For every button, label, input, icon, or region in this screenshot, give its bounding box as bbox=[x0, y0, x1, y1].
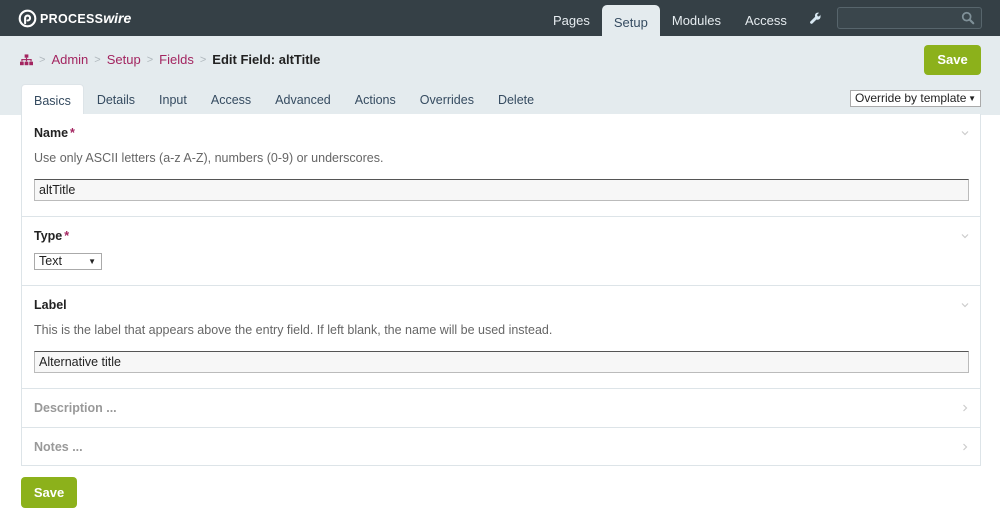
field-description-label[interactable]: Description ... bbox=[34, 401, 117, 415]
field-type-label-text: Type bbox=[34, 229, 63, 243]
breadcrumb-separator: > bbox=[199, 53, 207, 66]
field-notes[interactable]: Notes ... bbox=[22, 428, 980, 466]
save-button-bottom[interactable]: Save bbox=[21, 477, 77, 508]
breadcrumb-setup[interactable]: Setup bbox=[107, 52, 141, 67]
dropdown-arrow-icon: ▼ bbox=[88, 257, 96, 266]
tab-details[interactable]: Details bbox=[85, 84, 147, 115]
field-description[interactable]: Description ... bbox=[22, 389, 980, 428]
tab-delete[interactable]: Delete bbox=[486, 84, 546, 115]
tab-access[interactable]: Access bbox=[199, 84, 263, 115]
tab-advanced[interactable]: Advanced bbox=[263, 84, 343, 115]
field-name: Name * Use only ASCII letters (a-z A-Z), … bbox=[22, 114, 980, 217]
sitemap-icon[interactable] bbox=[20, 53, 33, 66]
required-mark: * bbox=[64, 229, 70, 243]
processwire-logo-icon bbox=[18, 9, 37, 27]
topnav-pages[interactable]: Pages bbox=[541, 0, 602, 36]
override-select-value: Override by template bbox=[855, 91, 967, 105]
breadcrumb: > Admin > Setup > Fields > Edit Field: a… bbox=[20, 52, 320, 67]
dropdown-arrow-icon: ▼ bbox=[968, 94, 976, 103]
required-mark: * bbox=[70, 126, 75, 140]
chevron-right-icon[interactable] bbox=[960, 403, 970, 413]
search-input[interactable] bbox=[837, 7, 982, 29]
type-select-value: Text bbox=[39, 254, 62, 268]
field-name-label-text: Name bbox=[34, 126, 69, 140]
chevron-down-icon[interactable] bbox=[960, 300, 970, 310]
brand-name: PROCESSwire bbox=[40, 10, 131, 26]
field-name-label: Name * bbox=[34, 126, 75, 140]
tab-overrides[interactable]: Overrides bbox=[408, 84, 486, 115]
override-select[interactable]: Override by template ▼ bbox=[850, 90, 981, 107]
type-select[interactable]: Text ▼ bbox=[34, 253, 102, 270]
name-input[interactable]: altTitle bbox=[34, 179, 969, 201]
save-button-top[interactable]: Save bbox=[924, 45, 981, 75]
field-panel: Name * Use only ASCII letters (a-z A-Z), … bbox=[21, 114, 981, 466]
tab-basics[interactable]: Basics bbox=[21, 84, 84, 115]
topnav-access[interactable]: Access bbox=[733, 0, 799, 36]
chevron-down-icon[interactable] bbox=[960, 128, 970, 138]
breadcrumb-separator: > bbox=[39, 53, 46, 66]
field-type-label: Type * bbox=[34, 229, 69, 243]
field-label-label: Label bbox=[34, 298, 67, 312]
tab-input[interactable]: Input bbox=[147, 84, 199, 115]
chevron-right-icon[interactable] bbox=[960, 442, 970, 452]
label-input[interactable]: Alternative title bbox=[34, 351, 969, 373]
wrench-icon bbox=[809, 12, 821, 24]
field-tabs: Basics Details Input Access Advanced Act… bbox=[21, 84, 546, 115]
field-notes-label[interactable]: Notes ... bbox=[34, 440, 83, 454]
chevron-down-icon[interactable] bbox=[960, 231, 970, 241]
breadcrumb-separator: > bbox=[146, 53, 154, 66]
brand-name-wire: wire bbox=[103, 10, 132, 26]
breadcrumb-fields[interactable]: Fields bbox=[159, 52, 194, 67]
breadcrumb-admin[interactable]: Admin bbox=[51, 52, 88, 67]
topnav-setup[interactable]: Setup bbox=[601, 5, 660, 36]
search-icon[interactable] bbox=[961, 11, 975, 25]
field-label-note: This is the label that appears above the… bbox=[34, 323, 553, 337]
topnav-modules[interactable]: Modules bbox=[660, 0, 733, 36]
processwire-logo[interactable]: PROCESSwire bbox=[18, 8, 131, 28]
topnav-tools[interactable] bbox=[799, 0, 832, 36]
brand-name-process: PROCESS bbox=[40, 12, 104, 26]
tab-actions[interactable]: Actions bbox=[343, 84, 408, 115]
breadcrumb-separator: > bbox=[94, 53, 101, 66]
page-title: Edit Field: altTitle bbox=[212, 52, 321, 67]
top-navigation: Pages Setup Modules Access bbox=[541, 0, 832, 36]
field-type: Type * Text ▼ bbox=[22, 217, 980, 286]
masthead: PROCESSwire Pages Setup Modules Access bbox=[0, 0, 1000, 36]
field-label: Label This is the label that appears abo… bbox=[22, 286, 980, 389]
field-name-note: Use only ASCII letters (a-z A-Z), number… bbox=[34, 151, 384, 165]
